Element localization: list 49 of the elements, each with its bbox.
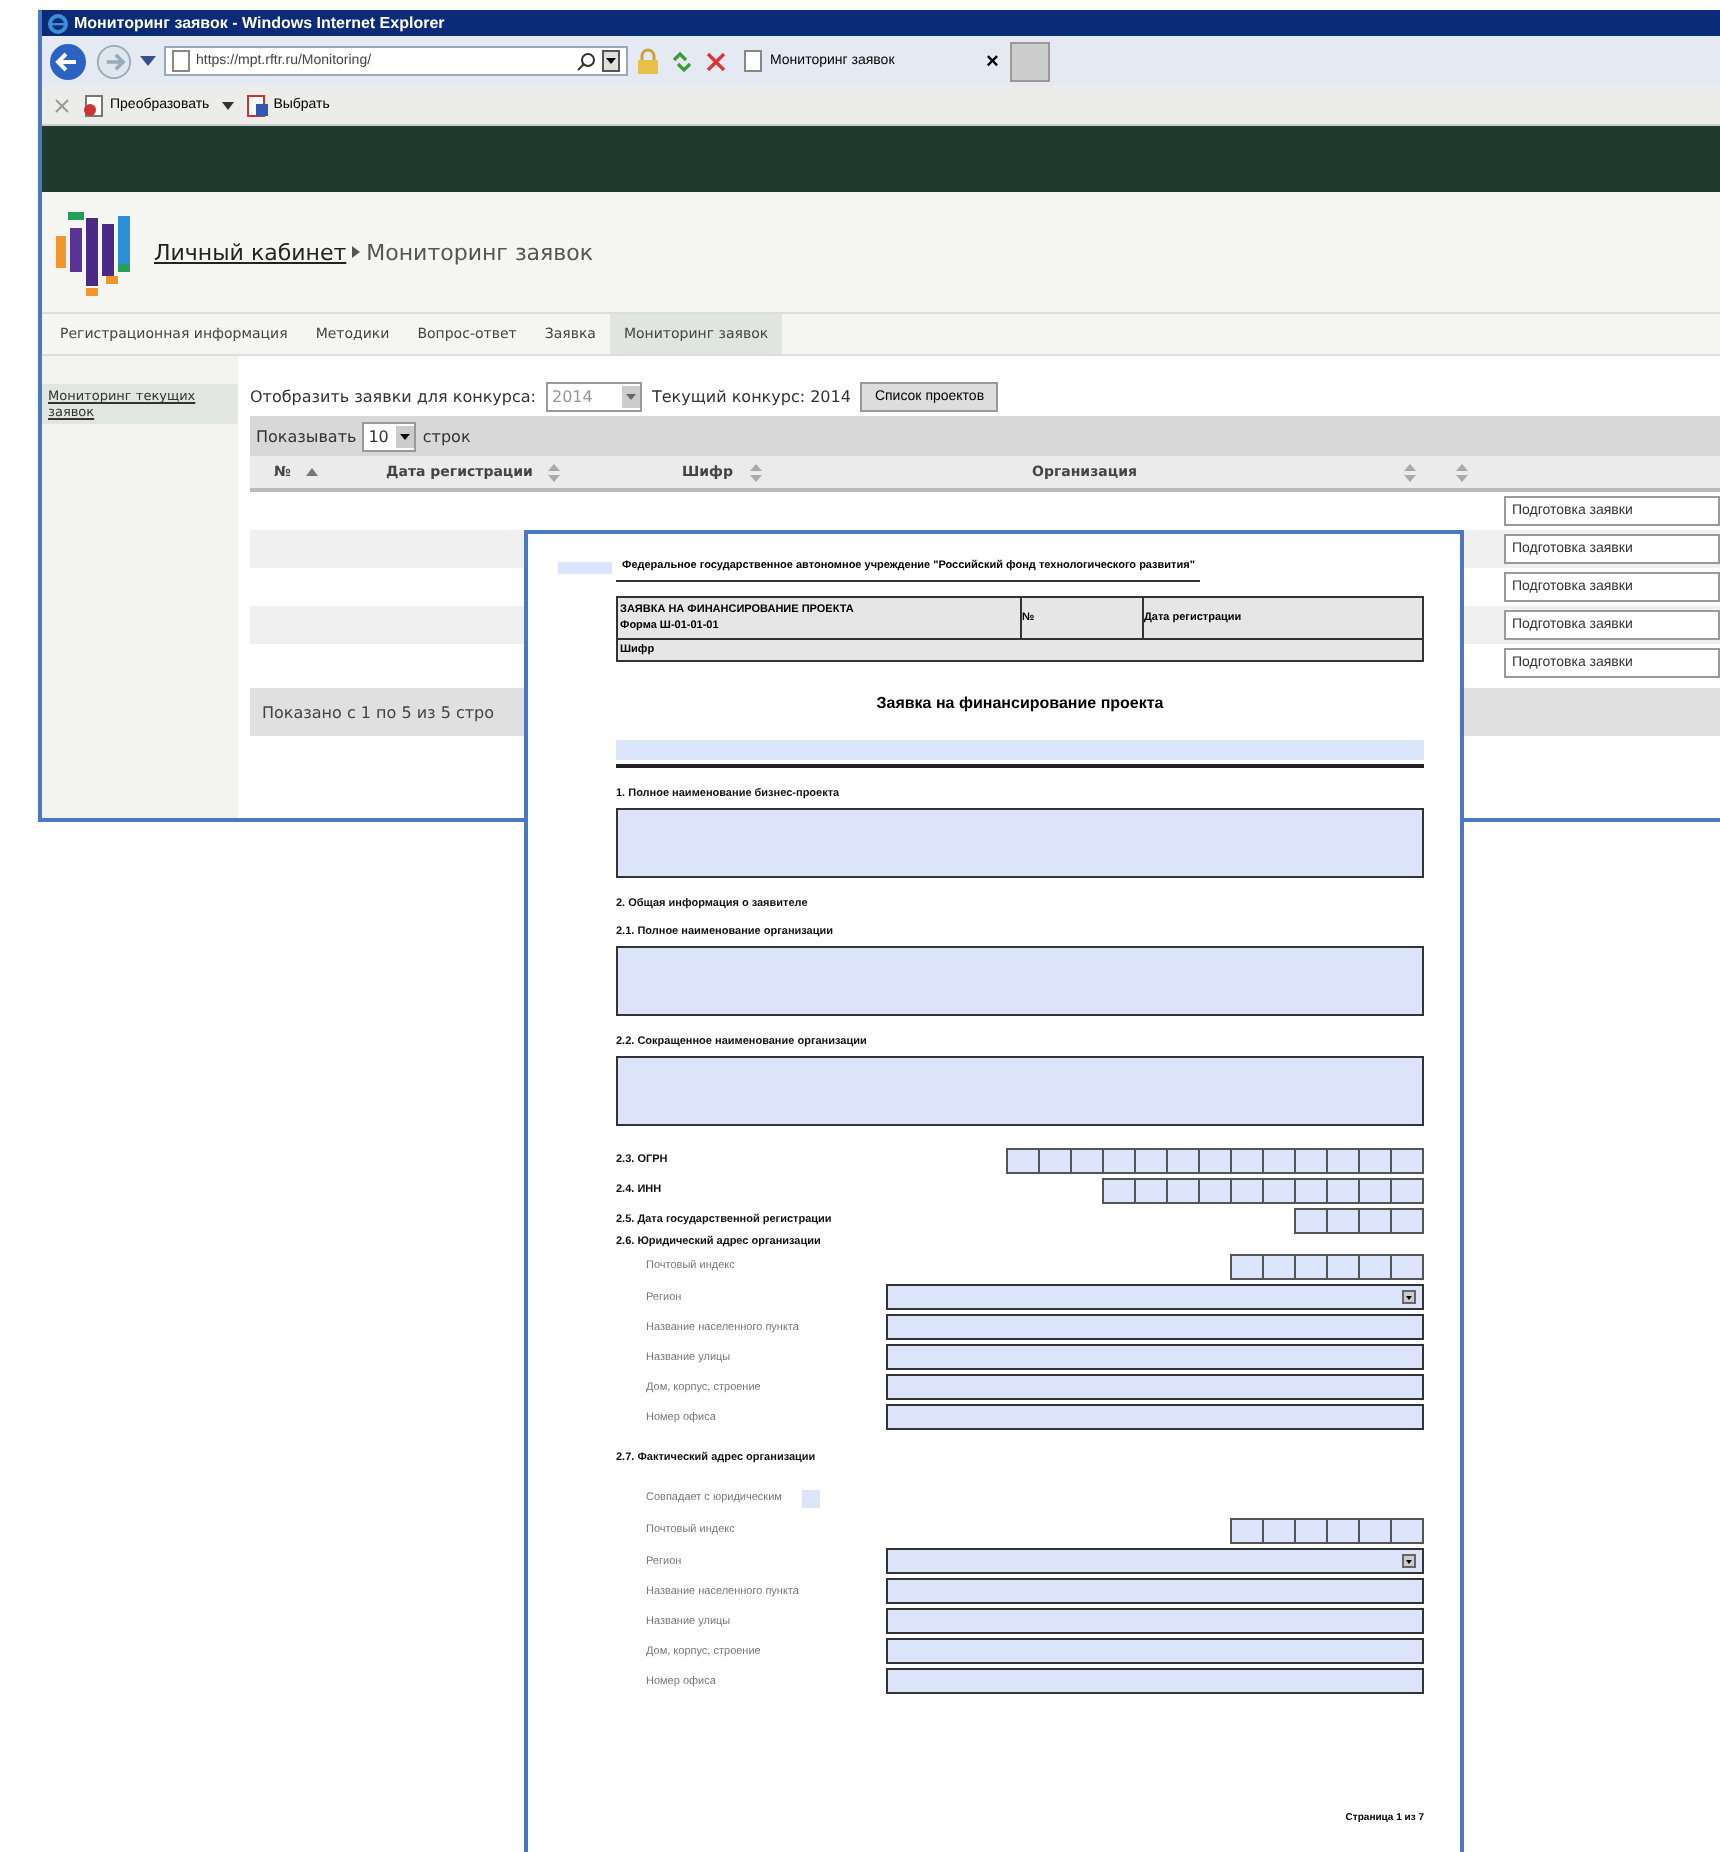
caret-icon[interactable]	[221, 101, 234, 109]
text-area[interactable]	[616, 1056, 1424, 1126]
breadcrumb-link[interactable]: Личный кабинет	[154, 239, 347, 265]
search-icon[interactable]	[576, 51, 596, 71]
sort-ascending-icon[interactable]	[306, 468, 319, 476]
blank-field	[558, 562, 612, 574]
window-title: Мониторинг заявок - Windows Internet Explorer	[74, 14, 445, 32]
dropdown-field[interactable]	[886, 1548, 1424, 1574]
dropdown-field[interactable]	[886, 1284, 1424, 1310]
page-icon	[744, 50, 762, 72]
current-contest: Текущий конкурс: 2014	[652, 387, 851, 405]
show-label: Показывать	[256, 427, 357, 445]
input-field[interactable]	[886, 1608, 1424, 1634]
filter-label: Отобразить заявки для конкурса:	[250, 387, 536, 405]
refresh-icon[interactable]	[668, 47, 696, 75]
input-field[interactable]	[886, 1668, 1424, 1694]
table-info: Показано с 1 по 5 из 5 стро	[262, 703, 495, 721]
character-cells-field[interactable]	[1102, 1177, 1424, 1203]
browser-logo-icon	[48, 13, 68, 33]
character-cells-field[interactable]	[1294, 1207, 1424, 1233]
character-cells-field[interactable]	[1006, 1147, 1424, 1173]
checkbox[interactable]	[801, 1489, 820, 1507]
caret-icon[interactable]	[140, 55, 156, 67]
document-heading: Заявка на финансирование проекта	[874, 694, 1166, 712]
stop-icon[interactable]	[704, 49, 728, 73]
input-field[interactable]	[886, 1578, 1424, 1604]
character-cells-field[interactable]	[1230, 1253, 1424, 1279]
rows-label: строк	[422, 427, 471, 445]
chevron-icon	[352, 246, 361, 258]
dropdown-icon	[622, 385, 640, 407]
input-field[interactable]	[886, 1638, 1424, 1664]
close-tab-button[interactable]: ×	[982, 49, 1003, 73]
input-field[interactable]	[886, 1374, 1424, 1400]
text-area[interactable]	[616, 808, 1424, 878]
page-icon	[172, 50, 190, 72]
character-cells-field[interactable]	[1230, 1517, 1424, 1543]
dropdown-icon	[396, 425, 415, 447]
document-icon	[245, 93, 270, 117]
dropdown-icon[interactable]	[1402, 1290, 1416, 1304]
page-title: Мониторинг заявок	[366, 239, 594, 265]
page-size-select[interactable]: 10	[362, 421, 417, 451]
dropdown-icon[interactable]	[602, 50, 620, 72]
input-field[interactable]	[886, 1314, 1424, 1340]
back-icon[interactable]	[48, 41, 88, 81]
dropdown-icon[interactable]	[1402, 1554, 1416, 1568]
input-field[interactable]	[886, 1404, 1424, 1430]
document-icon	[82, 93, 106, 117]
input-field[interactable]	[886, 1344, 1424, 1370]
text-area[interactable]	[616, 946, 1424, 1016]
